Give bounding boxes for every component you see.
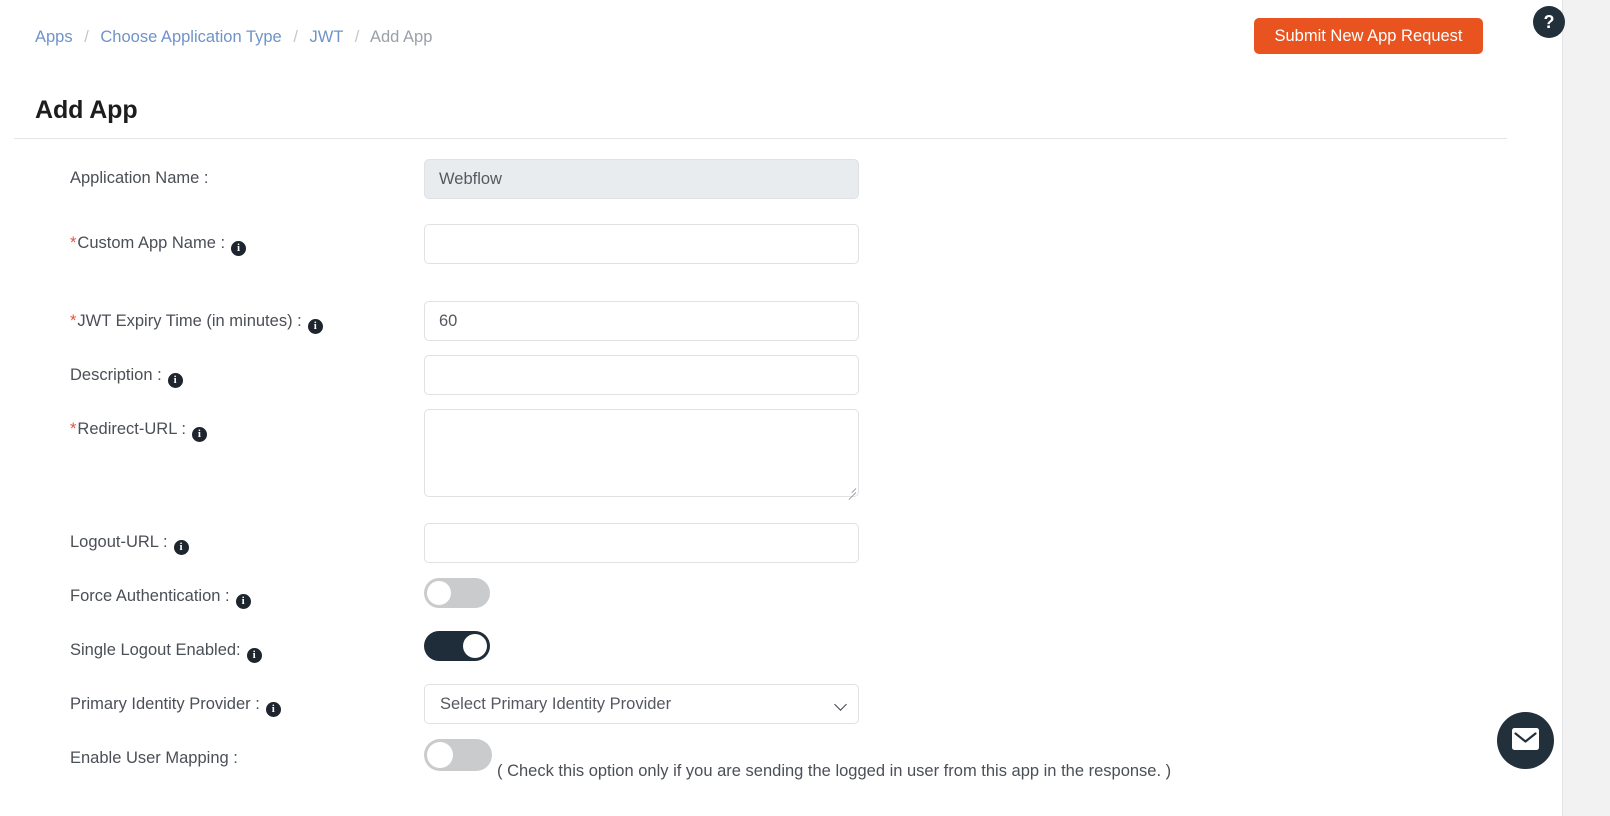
application-name-input [424,159,859,199]
toggle-knob [427,742,453,768]
info-icon[interactable]: i [173,540,189,555]
chevron-down-icon [834,698,847,711]
label-force-authentication: Force Authentication :i [70,586,251,609]
main-content: Apps / Choose Application Type / JWT / A… [0,0,1562,816]
label-jwt-expiry-time: *JWT Expiry Time (in minutes) :i [70,311,323,334]
primary-identity-provider-selected-value: Select Primary Identity Provider [440,695,672,713]
redirect-url-textarea[interactable] [424,409,859,497]
required-asterisk: * [70,312,77,330]
required-asterisk: * [70,420,77,438]
info-icon[interactable]: i [167,373,183,388]
info-icon[interactable]: i [191,427,207,442]
right-rail [1562,0,1610,816]
label-logout-url: Logout-URL :i [70,532,189,555]
single-logout-enabled-toggle[interactable] [424,631,490,661]
info-icon[interactable]: i [246,648,262,663]
info-icon[interactable]: i [231,241,247,256]
toggle-knob [463,634,487,658]
logout-url-input[interactable] [424,523,859,563]
jwt-expiry-time-input[interactable] [424,301,859,341]
add-app-form: Application Name : *Custom App Name :i *… [0,0,1562,816]
required-asterisk: * [70,234,77,252]
add-app-page: Apps / Choose Application Type / JWT / A… [0,0,1610,816]
info-icon[interactable]: i [307,319,323,334]
info-icon[interactable]: i [235,594,251,609]
label-description: Description :i [70,365,183,388]
force-authentication-toggle[interactable] [424,578,490,608]
label-primary-identity-provider: Primary Identity Provider :i [70,694,281,717]
chat-button[interactable] [1497,712,1554,769]
help-button[interactable]: ? [1533,6,1565,38]
enable-user-mapping-toggle[interactable] [424,739,492,771]
envelope-icon [1512,728,1539,750]
primary-identity-provider-select[interactable]: Select Primary Identity Provider [424,684,859,724]
enable-user-mapping-helper-text: ( Check this option only if you are send… [497,762,1172,780]
description-input[interactable] [424,355,859,395]
label-enable-user-mapping: Enable User Mapping : [70,749,238,767]
label-application-name: Application Name : [70,169,209,187]
info-icon[interactable]: i [265,702,281,717]
label-redirect-url: *Redirect-URL :i [70,419,207,442]
label-custom-app-name: *Custom App Name :i [70,233,247,256]
custom-app-name-input[interactable] [424,224,859,264]
toggle-knob [427,581,451,605]
label-single-logout-enabled: Single Logout Enabled: i [70,640,262,663]
